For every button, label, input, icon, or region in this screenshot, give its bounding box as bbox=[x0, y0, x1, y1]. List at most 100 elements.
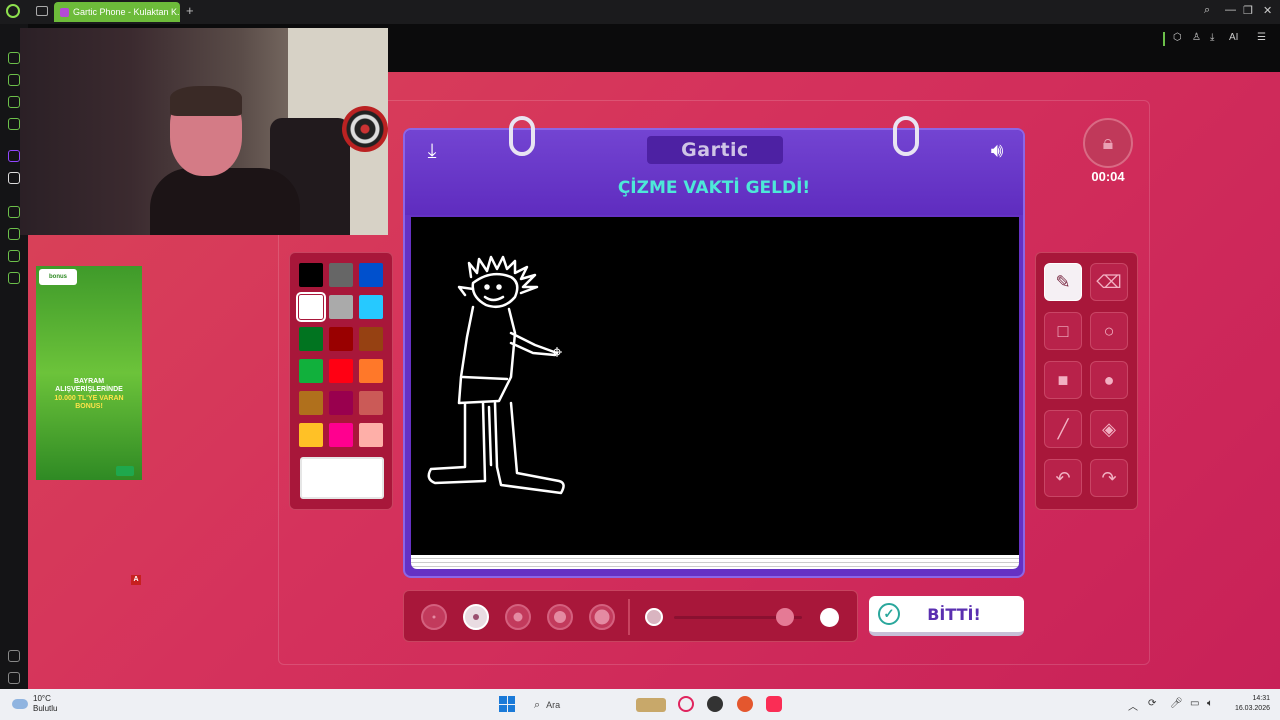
download-icon[interactable]: ⤓ bbox=[419, 138, 445, 164]
sidebar-twitch-icon[interactable] bbox=[8, 150, 20, 162]
ad-marker: A bbox=[131, 575, 141, 585]
bucket-fill-icon[interactable]: ◈ bbox=[1090, 410, 1128, 448]
gartic-favicon-icon bbox=[60, 7, 69, 17]
color-swatch[interactable] bbox=[299, 391, 323, 415]
windows-taskbar: 10°C Bulutlu ⌕ Ara ︿ ⟳ 🎤︎ ▭ 🔈︎ 14:31 16.… bbox=[0, 689, 1280, 720]
clock[interactable]: 14:31 16.03.2026 bbox=[1226, 694, 1270, 714]
brush-size-option[interactable] bbox=[463, 604, 489, 630]
obs-taskbar-icon[interactable] bbox=[707, 696, 723, 712]
workspaces-icon[interactable] bbox=[36, 6, 48, 16]
brush-size-option[interactable] bbox=[505, 604, 531, 630]
menu-icon[interactable]: ☰ bbox=[1257, 32, 1266, 43]
opacity-high-icon bbox=[820, 608, 839, 627]
toolbar-accent bbox=[1163, 32, 1165, 46]
binder-ring-right bbox=[893, 116, 919, 156]
browser-logo-icon[interactable] bbox=[6, 4, 20, 18]
brush-size-option[interactable] bbox=[589, 604, 615, 630]
sidebar-more-icon[interactable] bbox=[8, 672, 20, 684]
color-swatch[interactable] bbox=[329, 295, 353, 319]
close-window-icon[interactable]: ✕ bbox=[1263, 4, 1272, 17]
done-button-label: BİTTİ! bbox=[927, 604, 981, 624]
lock-icon: 🔒︎ bbox=[1083, 118, 1133, 168]
sidebar-mail-icon[interactable] bbox=[8, 118, 20, 130]
sidebar-chat-icon[interactable] bbox=[8, 52, 20, 64]
tray-chevron-icon[interactable]: ︿ bbox=[1128, 698, 1138, 713]
weather-widget[interactable]: 10°C Bulutlu bbox=[12, 694, 57, 714]
color-swatch[interactable] bbox=[359, 263, 383, 287]
color-swatch[interactable] bbox=[329, 391, 353, 415]
clock-time: 14:31 bbox=[1252, 695, 1270, 702]
sidebar-ai-icon[interactable] bbox=[8, 74, 20, 86]
speaker-icon[interactable]: 🔊︎ bbox=[983, 138, 1011, 164]
opacity-slider-handle[interactable] bbox=[776, 608, 795, 626]
color-swatch[interactable] bbox=[329, 359, 353, 383]
music-taskbar-icon[interactable] bbox=[766, 696, 782, 712]
profile-icon[interactable]: ♙ bbox=[1192, 32, 1201, 43]
sidebar-x-icon[interactable] bbox=[8, 172, 20, 184]
extensions-icon[interactable]: ⬡ bbox=[1173, 32, 1182, 43]
rectangle-outline-icon[interactable]: □ bbox=[1044, 312, 1082, 350]
search-tabs-icon[interactable]: ⌕ bbox=[1204, 4, 1210, 17]
color-swatch[interactable] bbox=[299, 423, 323, 447]
brush-size-dot bbox=[554, 611, 566, 623]
aria-ai-button[interactable]: AI bbox=[1229, 32, 1238, 43]
tray-volume-icon[interactable]: 🔈︎ bbox=[1207, 698, 1213, 709]
current-color-preview bbox=[300, 457, 384, 499]
minimize-icon[interactable]: — bbox=[1225, 4, 1236, 16]
sidebar-bookmarks-icon[interactable] bbox=[8, 250, 20, 262]
downloads-icon[interactable]: ⤓ bbox=[1210, 32, 1214, 43]
tray-mic-icon[interactable]: 🎤︎ bbox=[1170, 698, 1183, 709]
tab-gartic-phone[interactable]: Gartic Phone - Kulaktan K... bbox=[54, 2, 180, 22]
ad-line-1: BAYRAM ALIŞVERİŞLERİNDE bbox=[55, 378, 123, 394]
timer: 00:04 bbox=[1091, 169, 1125, 184]
tray-sync-icon[interactable]: ⟳ bbox=[1148, 698, 1156, 709]
taskbar-search[interactable]: ⌕ Ara bbox=[526, 694, 666, 716]
cloud-icon bbox=[12, 699, 28, 709]
color-swatch[interactable] bbox=[359, 295, 383, 319]
ad-cta-button[interactable] bbox=[116, 466, 134, 476]
redo-icon[interactable]: ↷ bbox=[1090, 459, 1128, 497]
color-swatch[interactable] bbox=[329, 263, 353, 287]
color-swatch[interactable] bbox=[329, 423, 353, 447]
color-swatch[interactable] bbox=[299, 359, 323, 383]
undo-icon[interactable]: ↶ bbox=[1044, 459, 1082, 497]
ad-banner[interactable]: bonus BAYRAM ALIŞVERİŞLERİNDE 10.000 TL'… bbox=[36, 266, 142, 480]
eraser-icon[interactable]: ⌫ bbox=[1090, 263, 1128, 301]
sidebar-store-icon[interactable] bbox=[8, 96, 20, 108]
color-swatch[interactable] bbox=[296, 292, 326, 322]
color-swatch[interactable] bbox=[359, 423, 383, 447]
rectangle-filled-icon[interactable]: ■ bbox=[1044, 361, 1082, 399]
ad-line-3: BONUS! bbox=[75, 403, 103, 411]
start-button[interactable] bbox=[499, 696, 515, 712]
sidebar-settings-icon[interactable] bbox=[8, 272, 20, 284]
ellipse-outline-icon[interactable]: ○ bbox=[1090, 312, 1128, 350]
color-swatch[interactable] bbox=[359, 327, 383, 351]
ai-label: AI bbox=[1229, 32, 1239, 43]
line-icon[interactable]: ╱ bbox=[1044, 410, 1082, 448]
app-taskbar-icon[interactable] bbox=[737, 696, 753, 712]
ad-logo: bonus bbox=[39, 269, 77, 285]
color-swatch[interactable] bbox=[299, 327, 323, 351]
drawing-canvas[interactable] bbox=[411, 217, 1019, 555]
brush-size-option[interactable] bbox=[547, 604, 573, 630]
restore-icon[interactable]: ❐ bbox=[1243, 4, 1253, 17]
search-highlight-image bbox=[636, 698, 666, 712]
sidebar-history-icon[interactable] bbox=[8, 228, 20, 240]
color-swatch[interactable] bbox=[359, 359, 383, 383]
ellipse-filled-icon[interactable]: ● bbox=[1090, 361, 1128, 399]
clock-date: 16.03.2026 bbox=[1234, 705, 1270, 712]
done-button[interactable]: ✓ BİTTİ! bbox=[869, 596, 1024, 636]
tray-display-icon[interactable]: ▭ bbox=[1190, 698, 1199, 709]
sidebar-gx-icon[interactable] bbox=[8, 650, 20, 662]
new-tab-button[interactable]: + bbox=[186, 3, 194, 18]
opera-gx-taskbar-icon[interactable] bbox=[678, 696, 694, 712]
pencil-icon[interactable]: ✎ bbox=[1044, 263, 1082, 301]
check-icon: ✓ bbox=[878, 603, 900, 625]
sidebar-player-icon[interactable] bbox=[8, 206, 20, 218]
color-swatch[interactable] bbox=[299, 263, 323, 287]
color-swatch[interactable] bbox=[329, 327, 353, 351]
brush-size-option[interactable] bbox=[421, 604, 447, 630]
sketchbook: ⤓ Gartic 🔊︎ ÇİZME VAKTİ GELDİ! bbox=[403, 116, 1025, 578]
color-swatch[interactable] bbox=[359, 391, 383, 415]
search-placeholder: Ara bbox=[546, 700, 561, 710]
